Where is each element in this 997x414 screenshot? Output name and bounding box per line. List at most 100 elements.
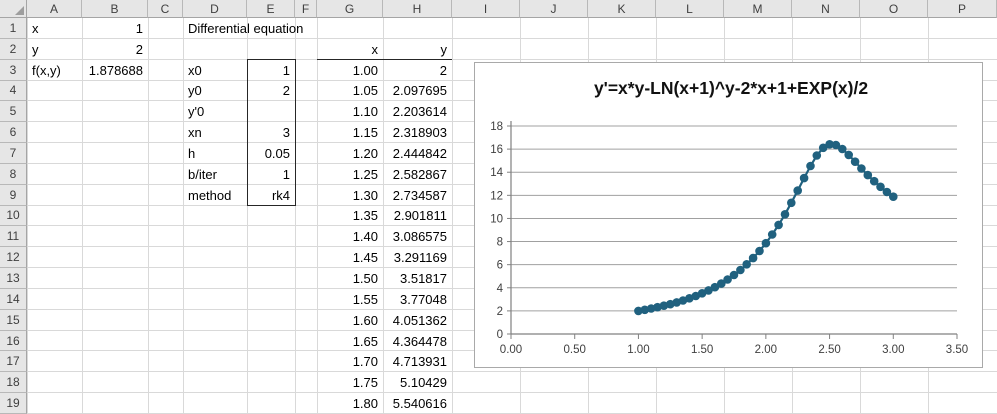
column-header-H[interactable]: H <box>383 0 452 18</box>
cell-D9[interactable]: method <box>184 185 235 206</box>
row-header-17[interactable]: 17 <box>0 351 27 373</box>
cell-G2[interactable]: x <box>318 39 382 60</box>
cell-H16[interactable]: 4.364478 <box>384 331 451 352</box>
cell-G12[interactable]: 1.45 <box>318 247 382 268</box>
cell-E7[interactable]: 0.05 <box>248 143 294 164</box>
cell-A1[interactable]: x <box>28 18 43 39</box>
cell-D1[interactable]: Differential equation <box>184 18 307 39</box>
cell-B2[interactable]: 2 <box>83 39 147 60</box>
cell-E9[interactable]: rk4 <box>248 185 294 206</box>
cell-H5[interactable]: 2.203614 <box>384 101 451 122</box>
column-header-D[interactable]: D <box>183 0 247 18</box>
cell-H18[interactable]: 5.10429 <box>384 372 451 393</box>
cell-H3[interactable]: 2 <box>384 60 451 81</box>
cell-H14[interactable]: 3.77048 <box>384 289 451 310</box>
cell-B1[interactable]: 1 <box>83 18 147 39</box>
column-header-I[interactable]: I <box>452 0 520 18</box>
column-header-G[interactable]: G <box>317 0 383 18</box>
cell-G16[interactable]: 1.65 <box>318 331 382 352</box>
cell-H15[interactable]: 4.051362 <box>384 310 451 331</box>
cell-G14[interactable]: 1.55 <box>318 289 382 310</box>
cell-E3[interactable]: 1 <box>248 60 294 81</box>
row-header-4[interactable]: 4 <box>0 80 27 102</box>
cell-G8[interactable]: 1.25 <box>318 164 382 185</box>
data-point <box>761 238 771 248</box>
row-header-7[interactable]: 7 <box>0 143 27 164</box>
column-header-C[interactable]: C <box>148 0 183 18</box>
column-header-A[interactable]: A <box>27 0 82 18</box>
row-header-12[interactable]: 12 <box>0 247 27 269</box>
cell-D3[interactable]: x0 <box>184 60 206 81</box>
column-header-K[interactable]: K <box>588 0 656 18</box>
cell-D6[interactable]: xn <box>184 122 206 143</box>
chart[interactable]: 0 2 4 6 8 10 12 14 16 18 0.00 0.50 1.00 1.50 2.00 2.50… <box>474 62 983 368</box>
column-header-M[interactable]: M <box>724 0 792 18</box>
cell-D4[interactable]: y0 <box>184 81 206 102</box>
cell-B3[interactable]: 1.878688 <box>83 60 147 81</box>
cell-G4[interactable]: 1.05 <box>318 81 382 102</box>
column-header-B[interactable]: B <box>82 0 148 18</box>
cell-E8[interactable]: 1 <box>248 164 294 185</box>
column-header-O[interactable]: O <box>860 0 928 18</box>
cell-A2[interactable]: y <box>28 39 43 60</box>
row-header-10[interactable]: 10 <box>0 205 27 227</box>
column-header-E[interactable]: E <box>247 0 295 18</box>
data-point <box>742 260 751 269</box>
row-header-3[interactable]: 3 <box>0 59 27 81</box>
cell-H17[interactable]: 4.713931 <box>384 351 451 372</box>
row-header-9[interactable]: 9 <box>0 184 27 206</box>
cell-D8[interactable]: b/iter <box>184 164 221 185</box>
cell-H2[interactable]: y <box>384 39 451 60</box>
row-header-14[interactable]: 14 <box>0 288 27 310</box>
cell-H11[interactable]: 3.086575 <box>384 226 451 247</box>
row-header-1[interactable]: 1 <box>0 18 27 39</box>
grid-hline <box>27 37 997 39</box>
cell-G19[interactable]: 1.80 <box>318 393 382 414</box>
cell-G3[interactable]: 1.00 <box>318 60 382 81</box>
chart-data-series[interactable] <box>634 140 898 316</box>
cell-H10[interactable]: 2.901811 <box>384 206 451 227</box>
cell-E4[interactable]: 2 <box>248 81 294 102</box>
row-header-13[interactable]: 13 <box>0 268 27 289</box>
cell-H7[interactable]: 2.444842 <box>384 143 451 164</box>
row-header-2[interactable]: 2 <box>0 38 27 60</box>
cell-D5[interactable]: y'0 <box>184 101 208 122</box>
row-header-5[interactable]: 5 <box>0 101 27 123</box>
cell-H19[interactable]: 5.540616 <box>384 393 451 414</box>
column-header-F[interactable]: F <box>295 0 317 18</box>
column-header-L[interactable]: L <box>656 0 724 18</box>
cell-G5[interactable]: 1.10 <box>318 101 382 122</box>
row-header-8[interactable]: 8 <box>0 163 27 185</box>
column-header-N[interactable]: N <box>792 0 860 18</box>
x-tick-label: 0.50 <box>564 344 586 356</box>
column-header-J[interactable]: J <box>520 0 588 18</box>
y-tick-label: 4 <box>497 283 504 295</box>
row-header-19[interactable]: 19 <box>0 393 27 414</box>
y-tick-label: 12 <box>490 190 503 202</box>
cell-H6[interactable]: 2.318903 <box>384 122 451 143</box>
row-header-11[interactable]: 11 <box>0 226 27 248</box>
cell-H8[interactable]: 2.582867 <box>384 164 451 185</box>
cell-G15[interactable]: 1.60 <box>318 310 382 331</box>
row-header-6[interactable]: 6 <box>0 122 27 144</box>
cell-G10[interactable]: 1.35 <box>318 206 382 227</box>
cell-E6[interactable]: 3 <box>248 122 294 143</box>
cell-H9[interactable]: 2.734587 <box>384 185 451 206</box>
row-header-16[interactable]: 16 <box>0 330 27 352</box>
cell-G7[interactable]: 1.20 <box>318 143 382 164</box>
row-header-18[interactable]: 18 <box>0 372 27 394</box>
row-header-15[interactable]: 15 <box>0 309 27 331</box>
cell-A3[interactable]: f(x,y) <box>28 60 65 81</box>
cell-G13[interactable]: 1.50 <box>318 268 382 289</box>
cell-D7[interactable]: h <box>184 143 199 164</box>
cell-G17[interactable]: 1.70 <box>318 351 382 372</box>
select-all-corner[interactable] <box>0 0 27 18</box>
cell-H12[interactable]: 3.291169 <box>384 247 451 268</box>
cell-G6[interactable]: 1.15 <box>318 122 382 143</box>
cell-G18[interactable]: 1.75 <box>318 372 382 393</box>
cell-H4[interactable]: 2.097695 <box>384 81 451 102</box>
column-header-P[interactable]: P <box>928 0 997 18</box>
cell-H13[interactable]: 3.51817 <box>384 268 451 289</box>
cell-G9[interactable]: 1.30 <box>318 185 382 206</box>
cell-G11[interactable]: 1.40 <box>318 226 382 247</box>
